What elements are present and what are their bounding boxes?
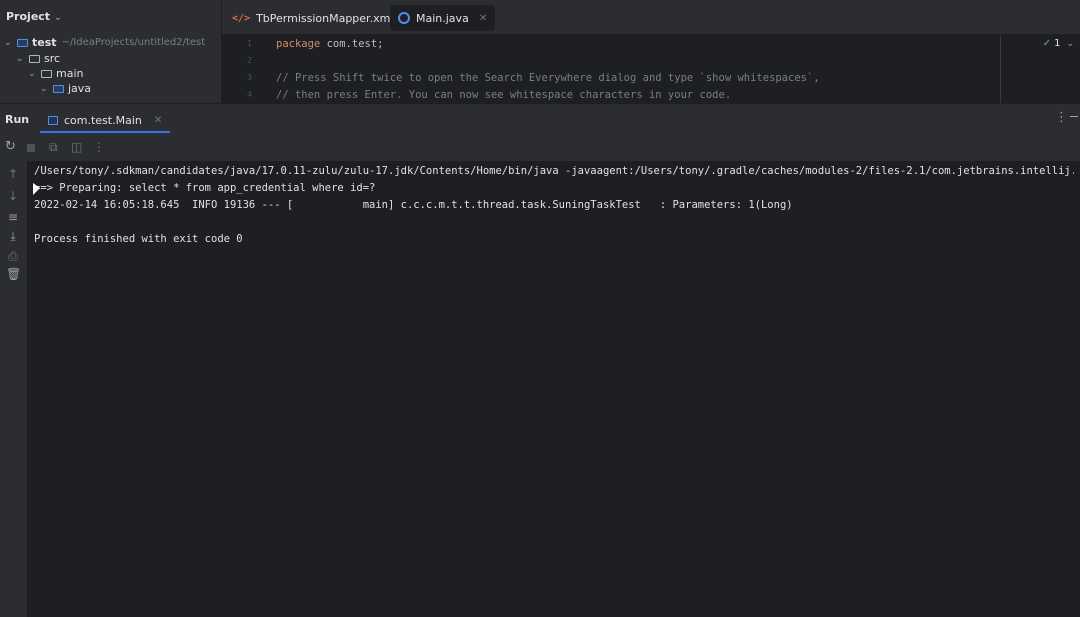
inspection-widget[interactable]: ✓ 1 ⌄ <box>1043 38 1074 49</box>
console-line: Process finished with exit code 0 <box>34 233 243 245</box>
console-side-toolbar: ↑ ↓ ≡ ⤓ ⎙ 🗑 <box>0 161 27 617</box>
tab-tbpermissionmapper-xml[interactable]: </> TbPermissionMapper.xml <box>224 5 401 31</box>
folder-icon <box>29 54 40 63</box>
tree-item-java[interactable]: ⌄ java <box>40 81 91 96</box>
close-icon[interactable]: ✕ <box>154 115 162 126</box>
run-toolbar: ↻ ⧉ ◫ ⋮ <box>0 135 1080 161</box>
inspection-count: 1 <box>1054 38 1061 49</box>
tree-item-main[interactable]: ⌄ main <box>28 66 83 81</box>
run-config-icon <box>48 115 58 125</box>
top-area: Project ⌄ ⌄ test ~/IdeaProjects/untitled2… <box>0 0 1080 103</box>
tab-label: Main.java <box>416 11 469 25</box>
console-line: ==> Preparing: select * from app_credent… <box>34 182 376 194</box>
tree-item-src[interactable]: ⌄ src <box>16 51 60 66</box>
chevron-down-icon[interactable]: ⌄ <box>1066 39 1074 49</box>
project-title: Project <box>6 10 51 23</box>
scroll-up-icon[interactable]: ↑ <box>6 167 20 181</box>
xml-file-icon: </> <box>232 12 251 24</box>
scroll-down-icon[interactable]: ↓ <box>6 189 20 203</box>
keyword: package <box>276 37 321 50</box>
tree-item-label: java <box>68 82 92 95</box>
tab-main-java[interactable]: Main.java ✕ <box>390 5 496 31</box>
tree-item-test[interactable]: ⌄ test ~/IdeaProjects/untitled2/test <box>4 35 205 50</box>
project-tool-window: Project ⌄ ⌄ test ~/IdeaProjects/untitled2… <box>0 0 222 103</box>
scroll-to-end-icon[interactable]: ⤓ <box>6 229 20 244</box>
project-header[interactable]: Project ⌄ <box>6 10 62 23</box>
minimize-icon[interactable] <box>1070 116 1078 117</box>
expand-arrow-icon[interactable]: ⌄ <box>4 38 14 48</box>
camera-icon[interactable]: ◫ <box>71 140 82 154</box>
close-icon[interactable]: ✕ <box>479 13 487 24</box>
folder-icon <box>41 69 52 78</box>
more-icon[interactable]: ⋮ <box>93 140 105 154</box>
expand-arrow-icon[interactable]: ⌄ <box>16 54 26 64</box>
check-icon: ✓ <box>1042 38 1052 49</box>
editor-tab-bar: </> TbPermissionMapper.xml Main.java ✕ <box>222 0 1080 35</box>
code-comment: // then press Enter. You can now see whi… <box>276 88 732 101</box>
tree-item-label: src <box>44 52 61 65</box>
console-line: 2022-02-14 16:05:18.645 INFO 19136 --- [… <box>34 199 793 211</box>
module-folder-icon <box>17 38 28 47</box>
chevron-down-icon[interactable]: ⌄ <box>54 13 62 23</box>
code-rest: com.test; <box>320 37 384 50</box>
expand-arrow-icon[interactable]: ⌄ <box>28 69 38 79</box>
code-comment: // Press Shift twice to open the Search … <box>276 71 820 84</box>
more-options-icon[interactable]: ⋮ <box>1055 110 1068 125</box>
restore-layout-icon[interactable]: ⧉ <box>49 140 58 155</box>
java-class-icon <box>398 12 410 24</box>
run-config-label: com.test.Main <box>64 113 142 127</box>
tree-item-label: test <box>32 36 57 49</box>
code-editor[interactable]: 1 package com.test; 2 3 // Press Shift t… <box>222 35 1080 103</box>
run-config-tab[interactable]: com.test.Main ✕ <box>40 109 171 133</box>
soft-wrap-icon[interactable]: ≡ <box>6 210 20 224</box>
tree-item-path: ~/IdeaProjects/untitled2/test <box>61 37 206 48</box>
rerun-icon[interactable]: ↻ <box>5 139 16 154</box>
mouse-cursor-icon <box>33 183 40 195</box>
trash-icon[interactable]: 🗑 <box>6 267 21 281</box>
tree-item-label: main <box>56 67 84 80</box>
line-number: 2 <box>247 56 252 65</box>
stop-icon[interactable] <box>27 144 35 152</box>
expand-arrow-icon[interactable]: ⌄ <box>40 84 50 94</box>
code-line: 1 package com.test; <box>222 35 1002 52</box>
editor-area: </> TbPermissionMapper.xml Main.java ✕ 1… <box>222 0 1080 103</box>
editor-divider <box>1000 35 1001 103</box>
run-title: Run <box>5 113 30 126</box>
tab-label: TbPermissionMapper.xml <box>256 11 394 25</box>
code-text: package com.test; <box>276 38 383 50</box>
console-line: /Users/tony/.sdkman/candidates/java/17.0… <box>34 165 1074 177</box>
code-line: 3 // Press Shift twice to open the Searc… <box>222 69 1002 86</box>
code-line: 2 <box>222 52 1002 69</box>
print-icon[interactable]: ⎙ <box>6 249 20 264</box>
console-output[interactable]: /Users/tony/.sdkman/candidates/java/17.0… <box>27 161 1080 617</box>
line-number: 1 <box>247 39 252 48</box>
source-folder-icon <box>53 84 64 93</box>
run-tool-window-header: Run com.test.Main ✕ ⋮ <box>0 103 1080 135</box>
line-number: 4 <box>247 90 252 99</box>
code-line: 4 // then press Enter. You can now see w… <box>222 86 1002 103</box>
line-number: 3 <box>247 73 252 82</box>
